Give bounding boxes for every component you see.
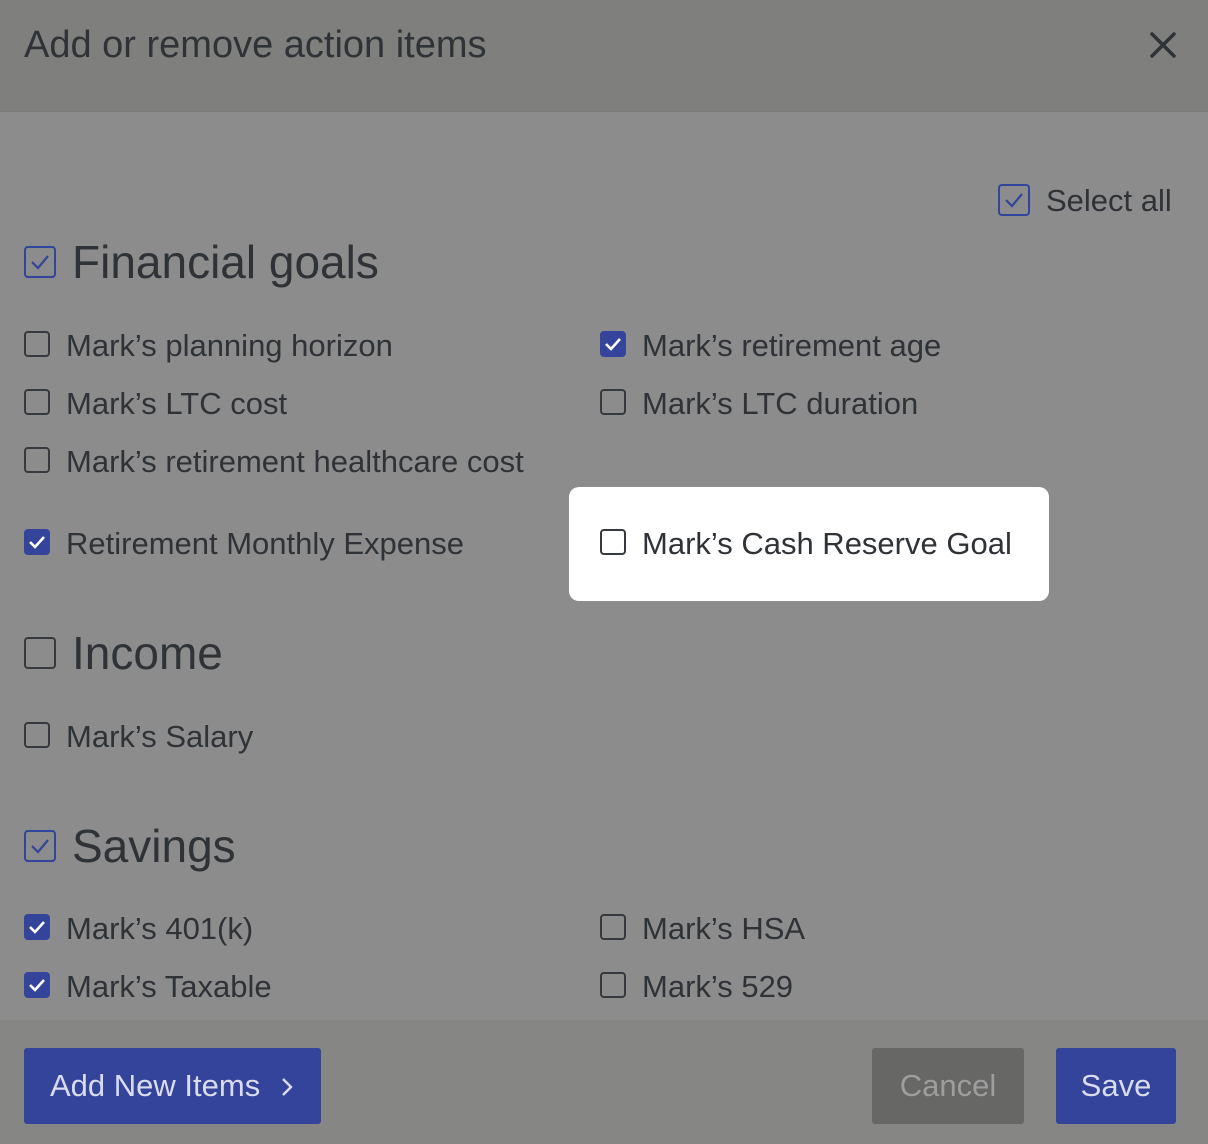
section-checkbox-savings[interactable] <box>24 830 56 862</box>
item-label-retirement-age[interactable]: Mark’s retirement age <box>642 327 941 365</box>
checkbox-taxable[interactable] <box>24 972 50 998</box>
item-label-planning-horizon[interactable]: Mark’s planning horizon <box>66 327 393 365</box>
dialog-header: Add or remove action items <box>0 0 1208 112</box>
checkbox-ltc-cost[interactable] <box>24 389 50 415</box>
section-checkbox-income[interactable] <box>24 637 56 669</box>
section-title-financial-goals: Financial goals <box>72 236 379 288</box>
cancel-button[interactable]: Cancel <box>872 1048 1024 1124</box>
checkbox-retirement-monthly-expense[interactable] <box>24 529 50 555</box>
checkbox-salary[interactable] <box>24 722 50 748</box>
select-all-label[interactable]: Select all <box>1046 182 1172 220</box>
item-label-retirement-healthcare-cost[interactable]: Mark’s retirement healthcare cost <box>66 443 524 481</box>
item-label-hsa[interactable]: Mark’s HSA <box>642 910 805 948</box>
section-title-savings: Savings <box>72 820 236 872</box>
close-icon[interactable] <box>1146 28 1180 62</box>
item-label-529[interactable]: Mark’s 529 <box>642 968 793 1006</box>
item-label-ltc-cost[interactable]: Mark’s LTC cost <box>66 385 287 423</box>
dialog-footer: Add New Items Cancel Save <box>0 1020 1208 1144</box>
dialog-title: Add or remove action items <box>24 24 487 66</box>
select-all-checkbox[interactable] <box>998 184 1030 216</box>
checkbox-planning-horizon[interactable] <box>24 331 50 357</box>
checkbox-retirement-healthcare-cost[interactable] <box>24 447 50 473</box>
section-title-income: Income <box>72 627 223 679</box>
save-button[interactable]: Save <box>1056 1048 1176 1124</box>
chevron-right-icon <box>282 1078 293 1096</box>
checkbox-401k[interactable] <box>24 914 50 940</box>
item-label-cash-reserve-goal[interactable]: Mark’s Cash Reserve Goal <box>642 525 1012 563</box>
item-label-salary[interactable]: Mark’s Salary <box>66 718 253 756</box>
checkbox-cash-reserve-goal[interactable] <box>600 529 626 555</box>
item-label-ltc-duration[interactable]: Mark’s LTC duration <box>642 385 918 423</box>
checkbox-hsa[interactable] <box>600 914 626 940</box>
item-label-401k[interactable]: Mark’s 401(k) <box>66 910 253 948</box>
add-new-items-button[interactable]: Add New Items <box>24 1048 321 1124</box>
checkbox-ltc-duration[interactable] <box>600 389 626 415</box>
section-checkbox-financial-goals[interactable] <box>24 246 56 278</box>
add-new-items-label: Add New Items <box>50 1068 261 1103</box>
item-label-retirement-monthly-expense[interactable]: Retirement Monthly Expense <box>66 525 464 563</box>
item-label-taxable[interactable]: Mark’s Taxable <box>66 968 272 1006</box>
checkbox-retirement-age[interactable] <box>600 331 626 357</box>
checkbox-529[interactable] <box>600 972 626 998</box>
